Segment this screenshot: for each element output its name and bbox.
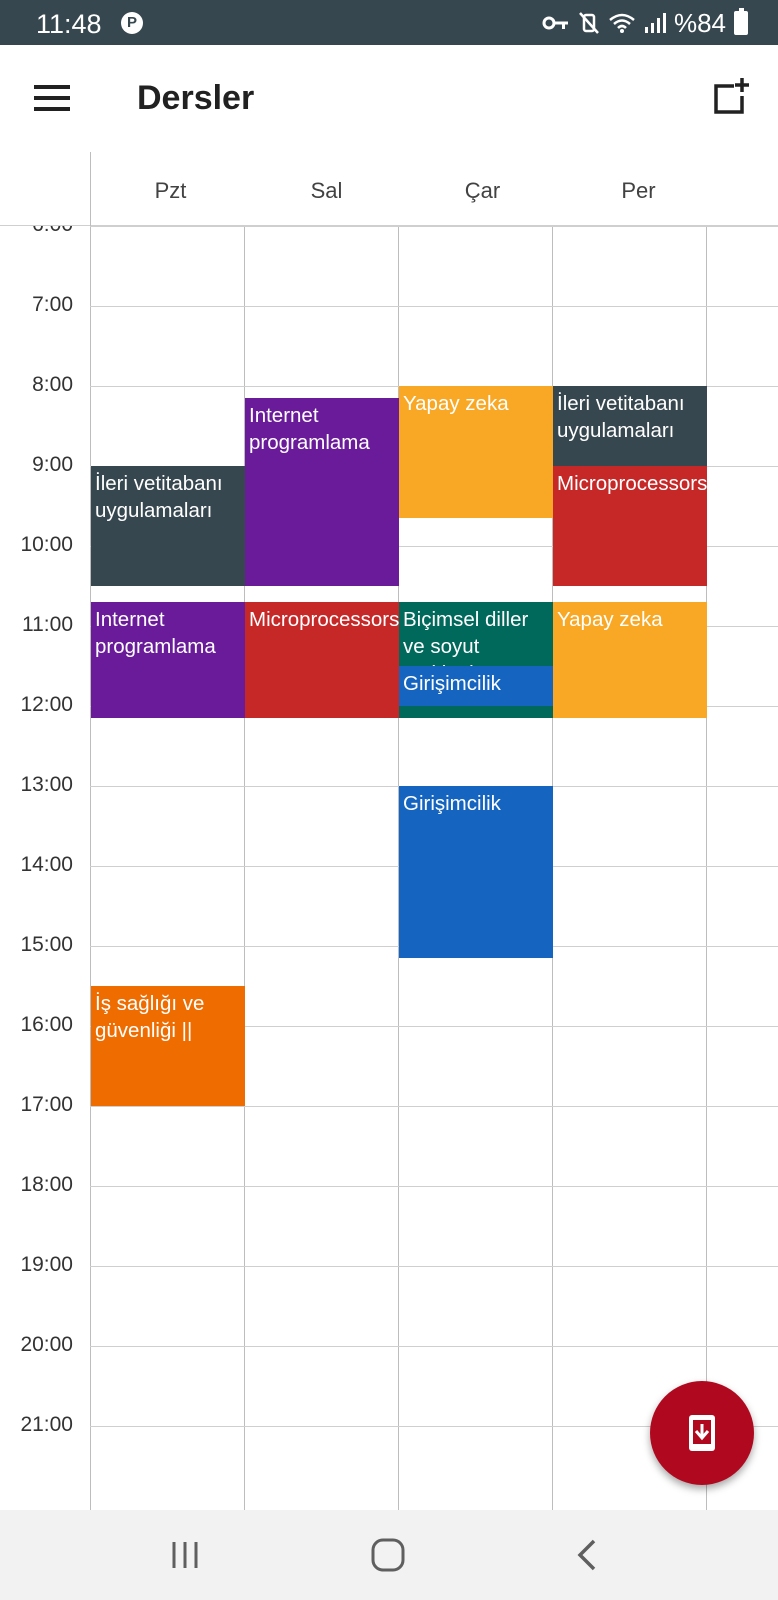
day-label-sal: Sal (310, 178, 343, 203)
wifi-icon (609, 13, 635, 33)
course-block[interactable]: Internet programlama (91, 602, 245, 718)
hour-label: 7:00 (32, 293, 73, 316)
course-block[interactable]: İleri vetitabanı uygulamaları (91, 466, 245, 586)
course-block[interactable]: Yapay zeka (399, 386, 553, 518)
hour-line (90, 226, 778, 227)
hour-label: 6:00 (0, 226, 73, 237)
timetable-grid[interactable]: 6:00 7:00 8:00 9:00 10:00 11:00 12:00 13:00 14:0… (0, 226, 778, 1510)
course-block[interactable]: Microprocessors (553, 466, 707, 586)
hour-label: 11:00 (22, 613, 73, 636)
hour-label: 12:00 (20, 693, 73, 716)
hour-label: 17:00 (20, 1093, 73, 1116)
course-block[interactable]: İleri vetitabanı uygulamaları (553, 386, 707, 466)
hour-label: 21:00 (20, 1413, 73, 1436)
status-bar: 11:48 P %84 (0, 0, 778, 45)
system-nav-bar (0, 1510, 778, 1600)
back-icon[interactable] (566, 1532, 612, 1578)
course-block[interactable]: Internet programlama (245, 398, 399, 586)
status-icons: %84 (542, 8, 748, 38)
page-title: Dersler (137, 79, 255, 117)
hour-line (90, 1106, 778, 1107)
import-fab-button[interactable] (650, 1381, 754, 1485)
hour-label: 9:00 (32, 453, 73, 476)
day-label-pzt: Pzt (154, 178, 187, 203)
course-block[interactable]: Yapay zeka (553, 602, 707, 718)
hour-label: 13:00 (20, 773, 73, 796)
add-box-icon[interactable] (712, 78, 750, 116)
hour-line (90, 1346, 778, 1347)
hour-label: 19:00 (20, 1253, 73, 1276)
mute-vibrate-icon (579, 12, 599, 34)
battery-icon (734, 8, 748, 35)
hour-label: 10:00 (20, 533, 73, 556)
hour-label: 18:00 (20, 1173, 73, 1196)
day-header: Pzt Sal Çar Per C (0, 152, 778, 226)
course-block[interactable]: Microprocessors (245, 602, 399, 718)
day-label-car: Çar (464, 178, 501, 203)
download-phone-icon (689, 1415, 715, 1451)
hour-label: 15:00 (20, 933, 73, 956)
hour-line (90, 1266, 778, 1267)
hour-label: 20:00 (20, 1333, 73, 1356)
menu-icon[interactable] (34, 85, 70, 111)
course-block[interactable]: İş sağlığı ve güvenliği || (91, 986, 245, 1106)
header-divider (90, 152, 91, 226)
day-label-cum: C (716, 178, 778, 204)
hour-label: 16:00 (20, 1013, 73, 1036)
column-divider (90, 226, 91, 1510)
day-label-per: Per (621, 178, 656, 203)
hour-line (90, 306, 778, 307)
status-time: 11:48 (36, 9, 102, 39)
recent-apps-icon[interactable] (162, 1532, 208, 1578)
app-bar: Dersler (0, 45, 778, 152)
home-icon[interactable] (365, 1532, 411, 1578)
hour-label: 14:00 (20, 853, 73, 876)
pinterest-icon: P (121, 12, 143, 34)
signal-icon (644, 13, 666, 33)
battery-level: %84 (673, 7, 726, 38)
vpn-key-icon (542, 16, 568, 30)
hour-line (90, 1186, 778, 1187)
course-block[interactable]: Girişimcilik (399, 666, 553, 706)
hour-label: 8:00 (32, 373, 73, 396)
course-block[interactable]: Girişimcilik (399, 786, 553, 958)
